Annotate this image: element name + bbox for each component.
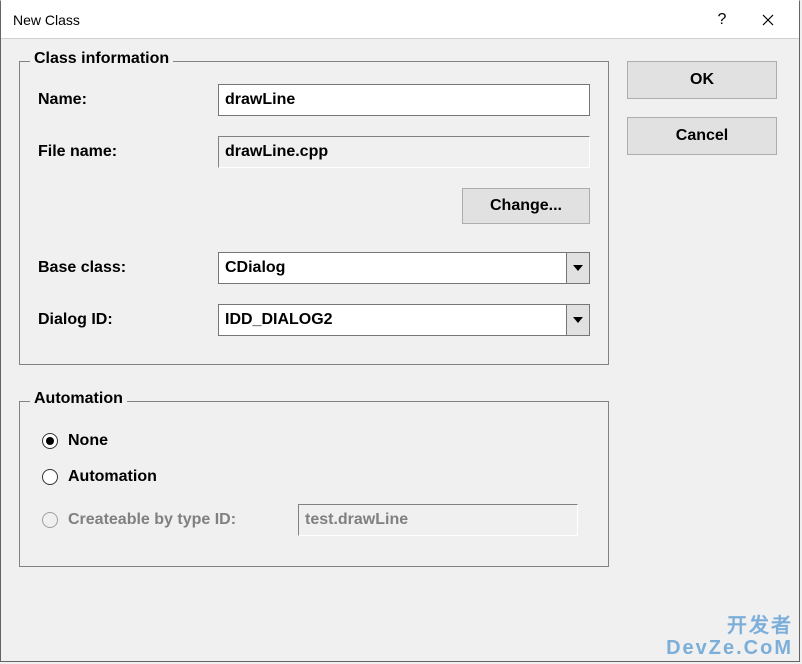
radio-none-label: None <box>68 432 108 450</box>
change-button[interactable]: Change... <box>462 188 590 224</box>
base-class-label: Base class: <box>38 259 218 277</box>
filename-label: File name: <box>38 143 218 161</box>
chevron-down-icon <box>573 317 583 323</box>
radio-typeid-indicator <box>42 512 58 528</box>
class-info-legend: Class information <box>30 50 173 68</box>
help-button[interactable]: ? <box>699 5 745 35</box>
radio-automation[interactable]: Automation <box>42 468 590 486</box>
watermark: 开发者 DevZe.CoM <box>666 615 793 659</box>
close-button[interactable] <box>745 5 791 35</box>
watermark-line2: DevZe.CoM <box>666 637 793 659</box>
name-input[interactable] <box>218 84 590 116</box>
radio-typeid-label: Createable by type ID: <box>68 511 298 529</box>
radio-typeid: Createable by type ID: test.drawLine <box>42 504 590 536</box>
name-label: Name: <box>38 91 218 109</box>
dialog-id-input[interactable] <box>218 304 566 336</box>
ok-button[interactable]: OK <box>627 61 777 99</box>
typeid-input: test.drawLine <box>298 504 578 536</box>
new-class-dialog: New Class ? Class information Name: File… <box>0 0 800 662</box>
window-title: New Class <box>13 12 699 28</box>
automation-group: Automation None Automation Createable by… <box>19 401 609 567</box>
radio-none[interactable]: None <box>42 432 590 450</box>
radio-automation-label: Automation <box>68 468 157 486</box>
radio-automation-indicator <box>42 469 58 485</box>
base-class-dropdown-button[interactable] <box>566 252 590 284</box>
dialog-buttons: OK Cancel <box>627 61 777 155</box>
dialog-id-combo[interactable] <box>218 304 590 336</box>
filename-display: drawLine.cpp <box>218 136 590 168</box>
dialog-id-label: Dialog ID: <box>38 311 218 329</box>
base-class-input[interactable] <box>218 252 566 284</box>
chevron-down-icon <box>573 265 583 271</box>
base-class-combo[interactable] <box>218 252 590 284</box>
dialog-id-dropdown-button[interactable] <box>566 304 590 336</box>
automation-legend: Automation <box>30 390 127 408</box>
titlebar: New Class ? <box>1 1 799 39</box>
help-icon: ? <box>718 11 727 29</box>
cancel-button[interactable]: Cancel <box>627 117 777 155</box>
watermark-line1: 开发者 <box>727 615 793 637</box>
class-information-group: Class information Name: File name: drawL… <box>19 61 609 365</box>
radio-none-indicator <box>42 433 58 449</box>
close-icon <box>762 14 774 26</box>
